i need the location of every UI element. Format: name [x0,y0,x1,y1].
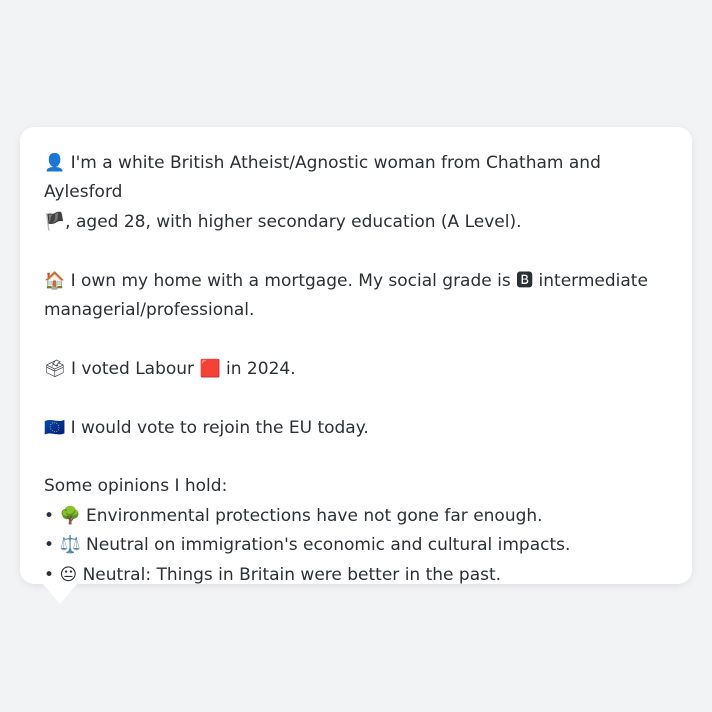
eu-paragraph: 🇪🇺 I would vote to rejoin the EU today. [44,414,668,443]
grade-b-icon: 🅱 [516,270,534,291]
bullet-marker: • [44,535,55,556]
vote-text: I voted Labour [71,358,195,379]
ballot-box-icon: 🗳 [44,358,66,379]
opinion-item: • 🌳 Environmental protections have not g… [44,502,668,531]
person-icon: 👤 [44,153,66,173]
identity-paragraph: 👤 I'm a white British Atheist/Agnostic w… [44,149,668,237]
eu-flag-icon: 🇪🇺 [44,417,66,438]
identity-text-continued: , aged 28, with higher secondary educati… [65,211,522,232]
opinion-item: • 😐 Neutral: Things in Britain were bett… [44,561,668,590]
house-icon: 🏠 [44,270,66,291]
neutral-face-icon: 😐 [59,564,78,585]
opinion-text: Neutral: Things in Britain were better i… [82,564,502,585]
bullet-marker: • [44,505,55,526]
opinions-heading: Some opinions I hold: [44,476,228,497]
identity-text: I'm a white British Atheist/Agnostic wom… [44,153,601,203]
tree-icon: 🌳 [59,505,81,526]
bullet-marker: • [44,564,55,585]
opinion-item: • ⚖️ Neutral on immigration's economic a… [44,531,668,560]
opinion-text: Neutral on immigration's economic and cu… [86,535,571,556]
eu-text: I would vote to rejoin the EU today. [70,417,369,438]
bubble-tail [42,583,78,604]
vote-paragraph: 🗳 I voted Labour 🟥 in 2024. [44,355,668,384]
home-paragraph: 🏠 I own my home with a mortgage. My soci… [44,267,668,326]
red-square-icon: 🟥 [199,358,221,379]
vote-text-continued: in 2024. [226,358,296,379]
england-flag-icon: 🏴 [44,211,66,232]
profile-message-bubble: 👤 I'm a white British Atheist/Agnostic w… [20,127,692,585]
opinion-text: Environmental protections have not gone … [86,505,543,526]
opinions-section: Some opinions I hold: • 🌳 Environmental … [44,472,668,590]
home-text: I own my home with a mortgage. My social… [70,270,511,291]
scales-icon: ⚖️ [59,535,81,556]
